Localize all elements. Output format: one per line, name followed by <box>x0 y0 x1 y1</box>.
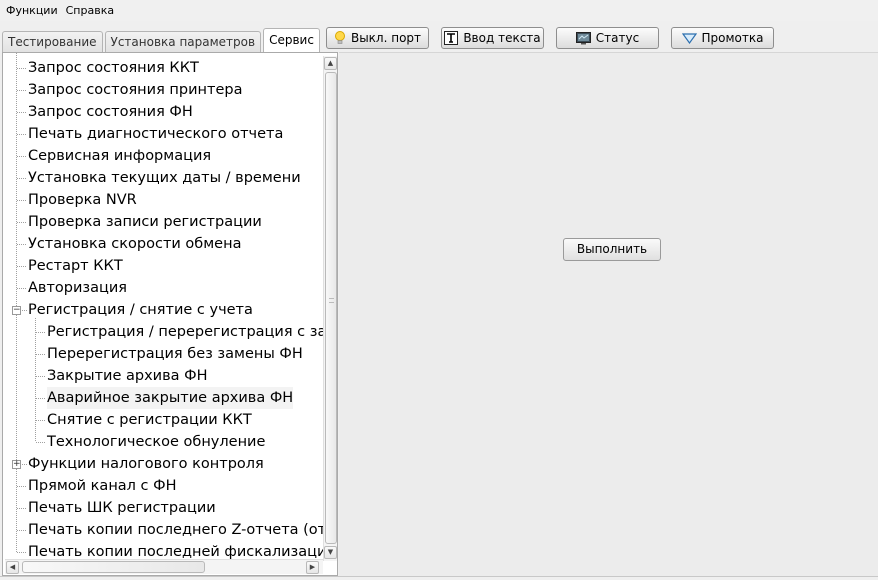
scroll-right-arrow-icon[interactable]: ▶ <box>306 561 319 574</box>
tree-item-close-fn-archive[interactable]: Закрытие архива ФН <box>47 365 208 387</box>
tab-service[interactable]: Сервис <box>263 28 320 52</box>
tree-item-service-info[interactable]: Сервисная информация <box>28 145 211 167</box>
menu-help[interactable]: Справка <box>62 0 118 21</box>
scroll-feed-label: Промотка <box>701 31 764 45</box>
tree-item-registration-group[interactable]: Регистрация / снятие с учета <box>28 299 253 321</box>
tree-item-printer-status[interactable]: Запрос состояния принтера <box>28 79 242 101</box>
tree-item-restart-kkt[interactable]: Рестарт ККТ <box>28 255 123 277</box>
horizontal-scroll-thumb[interactable] <box>22 561 205 573</box>
service-tree[interactable]: − + Запрос состояния ККТ Запрос состояни… <box>2 52 338 576</box>
triangle-down-icon <box>681 32 697 44</box>
scroll-feed-button[interactable]: Промотка <box>671 27 774 49</box>
status-label: Статус <box>595 31 640 45</box>
lightbulb-icon <box>334 31 346 45</box>
tree-item-check-nvr[interactable]: Проверка NVR <box>28 189 137 211</box>
tree-item-print-last-z-report-copy[interactable]: Печать копии последнего Z-отчета (отч <box>28 519 335 541</box>
scroll-left-arrow-icon[interactable]: ◀ <box>6 561 19 574</box>
tab-bar: Тестирование Установка параметров Сервис <box>2 28 322 52</box>
tab-testing[interactable]: Тестирование <box>2 31 103 52</box>
tree-item-check-registration-record[interactable]: Проверка записи регистрации <box>28 211 262 233</box>
text-icon <box>444 31 459 45</box>
grip-icon <box>329 298 334 303</box>
vertical-scroll-thumb[interactable] <box>325 72 337 544</box>
port-off-label: Выкл. порт <box>350 31 422 45</box>
scroll-up-arrow-icon[interactable]: ▲ <box>324 57 337 70</box>
tree-item-tax-control-functions[interactable]: Функции налогового контроля <box>28 453 264 475</box>
tab-settings[interactable]: Установка параметров <box>104 31 262 52</box>
scroll-down-arrow-icon[interactable]: ▼ <box>324 546 337 559</box>
status-button[interactable]: Статус <box>556 27 659 49</box>
bottom-divider <box>0 576 878 577</box>
tree-item-technological-reset[interactable]: Технологическое обнуление <box>47 431 265 453</box>
expand-tax-control-icon[interactable]: + <box>12 460 21 469</box>
tree-item-reregistration-no-replace[interactable]: Перерегистрация без замены ФН <box>47 343 303 365</box>
tree-item-fn-status[interactable]: Запрос состояния ФН <box>28 101 193 123</box>
tree-item-authorization[interactable]: Авторизация <box>28 277 127 299</box>
menu-bar: Функции Справка <box>0 0 878 21</box>
tree-item-deregister-kkt[interactable]: Снятие с регистрации ККТ <box>47 409 252 431</box>
tree-item-kkt-status[interactable]: Запрос состояния ККТ <box>28 57 199 79</box>
tree-item-print-registration-barcode[interactable]: Печать ШК регистрации <box>28 497 216 519</box>
text-input-button[interactable]: Ввод текста <box>441 27 544 49</box>
menu-functions[interactable]: Функции <box>2 0 62 21</box>
text-input-label: Ввод текста <box>463 31 541 45</box>
tree-horizontal-scrollbar[interactable]: ◀ ▶ <box>5 559 323 574</box>
monitor-icon <box>575 31 591 45</box>
tree-item-diagnostic-report[interactable]: Печать диагностического отчета <box>28 123 283 145</box>
collapse-registration-icon[interactable]: − <box>12 306 21 315</box>
tree-item-set-datetime[interactable]: Установка текущих даты / времени <box>28 167 301 189</box>
action-panel <box>339 52 878 576</box>
tree-item-reregistration-replace[interactable]: Регистрация / перерегистрация с замен <box>47 321 337 343</box>
tree-item-emergency-close-archive[interactable]: Аварийное закрытие архива ФН <box>47 387 294 409</box>
tree-item-set-baud-rate[interactable]: Установка скорости обмена <box>28 233 241 255</box>
tree-item-direct-fn-channel[interactable]: Прямой канал с ФН <box>28 475 177 497</box>
port-off-button[interactable]: Выкл. порт <box>326 27 429 49</box>
tree-vertical-scrollbar[interactable]: ▲ ▼ <box>323 56 337 561</box>
execute-button[interactable]: Выполнить <box>563 238 661 261</box>
